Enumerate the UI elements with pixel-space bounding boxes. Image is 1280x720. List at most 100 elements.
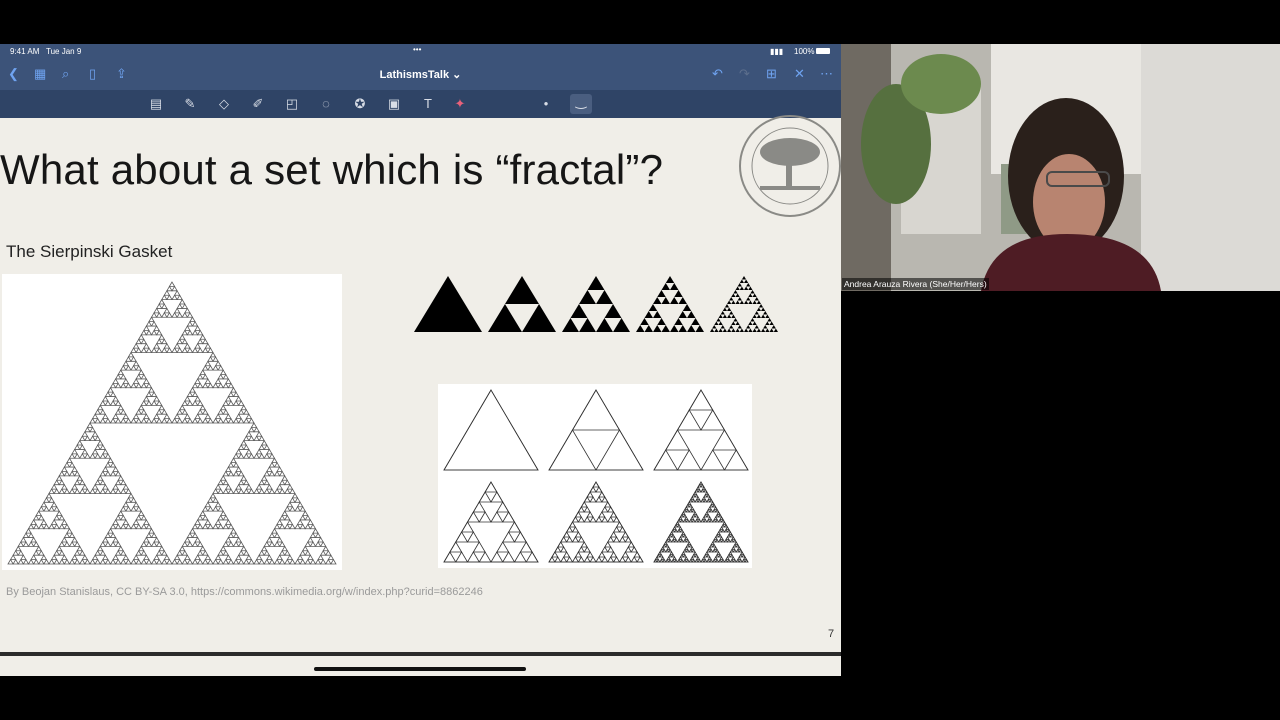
more-icon[interactable]: ⋯	[820, 66, 833, 82]
gasket-iteration-4	[761, 314, 766, 318]
gasket-iteration-4	[746, 283, 751, 287]
gasket-iteration-4	[752, 314, 757, 318]
image-credit: By Beojan Stanislaus, CC BY-SA 3.0, http…	[6, 586, 483, 598]
gasket-iteration-4	[716, 318, 721, 322]
gasket-iteration-4	[722, 314, 727, 318]
gasket-iteration-4	[737, 325, 742, 329]
gasket-iteration-3	[644, 325, 653, 332]
gasket-iteration-4	[718, 321, 723, 325]
gasket-iteration-4	[744, 286, 749, 290]
nav-bar: ❮ ▦ ⌕ ▯ ⇪ LathismsTalk ⌄ ↶ ↷ ⊞ ✕ ⋯	[0, 60, 841, 90]
gasket-iteration-2	[579, 290, 596, 304]
gasket-iteration-4	[724, 304, 730, 308]
gasket-iteration-3	[674, 290, 683, 297]
close-icon[interactable]: ✕	[794, 66, 805, 82]
gasket-iteration-4	[746, 297, 751, 301]
speaker-name-label: Andrea Arauza Rivera (She/Her/Hers)	[842, 278, 989, 290]
gasket-iteration-2	[587, 276, 605, 290]
stroke-size-dot[interactable]: ●	[538, 96, 554, 112]
image-icon[interactable]: ▣	[386, 96, 402, 112]
stroke-style-button[interactable]: ‿	[570, 94, 592, 114]
gasket-iteration-4	[729, 325, 734, 329]
gasket-iteration-4	[750, 290, 755, 294]
gasket-iteration-3	[670, 325, 679, 332]
gasket-iteration-4	[769, 321, 774, 325]
eraser-icon[interactable]: ◇	[216, 96, 232, 112]
gasket-iteration-3	[653, 297, 662, 304]
gasket-iteration-3	[695, 325, 704, 332]
gasket-iteration-3	[648, 304, 658, 311]
page-tool-icon[interactable]: ▤	[148, 96, 164, 112]
speaker-video: Andrea Arauza Rivera (She/Her/Hers)	[841, 44, 1280, 291]
undo-icon[interactable]: ↶	[712, 66, 723, 82]
gasket-iteration-4	[748, 286, 753, 290]
gasket-iteration-4	[744, 328, 749, 332]
gasket-iteration-4	[714, 328, 719, 332]
gasket-iteration-3	[644, 311, 653, 318]
gasket-iteration-4	[710, 328, 715, 332]
signal-icon: ▮▮▮	[770, 47, 784, 56]
gasket-iteration-2	[570, 304, 588, 318]
redo-icon[interactable]: ↷	[739, 66, 750, 82]
gasket-iteration-4	[765, 321, 770, 325]
gasket-iteration-3	[682, 304, 692, 311]
gasket-iteration-4	[718, 328, 723, 332]
gasket-iteration-3	[640, 318, 649, 325]
gasket-iteration-4	[758, 304, 764, 308]
next-slide-peek	[0, 652, 841, 676]
gasket-iteration-3	[661, 283, 670, 290]
gasket-iteration-4	[744, 279, 749, 283]
gasket-iteration-1	[505, 276, 539, 304]
slide: What about a set which is “fractal”? The…	[0, 115, 841, 652]
gasket-iteration-4	[756, 300, 761, 304]
gasket-iteration-4	[731, 321, 736, 325]
gasket-iteration-4	[739, 328, 744, 332]
slide-subtitle: The Sierpinski Gasket	[6, 242, 173, 261]
gasket-iteration-4	[752, 328, 757, 332]
gasket-iterations-filled	[414, 276, 778, 332]
gasket-iteration-4	[731, 293, 736, 297]
text-icon[interactable]: T	[420, 96, 436, 112]
lasso-icon[interactable]: ◌	[318, 96, 334, 112]
laser-pointer-icon[interactable]: ✦	[452, 96, 468, 112]
gasket-iteration-4	[739, 279, 744, 283]
pen-icon[interactable]: ✎	[182, 96, 198, 112]
battery-icon	[816, 48, 830, 54]
gasket-iteration-4	[769, 328, 774, 332]
shapes-icon[interactable]: ◰	[284, 96, 300, 112]
gasket-iteration-4	[727, 307, 732, 311]
highlighter-icon[interactable]: ✐	[250, 96, 266, 112]
gasket-iteration-4	[731, 300, 736, 304]
gasket-iteration-4	[735, 321, 740, 325]
annotation-toolbar: ▤ ✎ ◇ ✐ ◰ ◌ ✪ ▣ T ✦ ● ‿	[0, 90, 841, 118]
gasket-iteration-4	[737, 297, 742, 301]
ipad-screen: 9:41 AM Tue Jan 9 ••• ▮▮▮ 100% ❮ ▦ ⌕ ▯ ⇪…	[0, 44, 841, 676]
multitask-dots[interactable]: •••	[413, 45, 421, 54]
gasket-iteration-3	[661, 325, 670, 332]
add-page-icon[interactable]: ⊞	[766, 66, 777, 82]
gasket-iteration-1	[488, 304, 522, 332]
gasket-iteration-4	[735, 328, 740, 332]
slide-divider	[0, 652, 841, 656]
gasket-iteration-4	[761, 307, 766, 311]
gasket-iteration-3	[653, 311, 662, 318]
gasket-iteration-4	[744, 300, 749, 304]
gasket-iteration-4	[748, 293, 753, 297]
gasket-iteration-4	[765, 328, 770, 332]
gasket-iteration-4	[727, 328, 732, 332]
gasket-iteration-4	[739, 300, 744, 304]
gasket-iteration-4	[729, 297, 734, 301]
gasket-iteration-4	[720, 311, 725, 315]
gasket-iteration-2	[596, 318, 613, 332]
gasket-iteration-3	[691, 318, 700, 325]
gasket-iteration-4	[767, 318, 772, 322]
gasket-iteration-4	[741, 276, 747, 280]
gasket-iteration-4	[720, 325, 725, 329]
gasket-iteration-3	[687, 311, 696, 318]
gasket-iteration-3	[687, 325, 696, 332]
gasket-iteration-4	[748, 321, 753, 325]
gasket-iteration-4	[754, 311, 759, 315]
star-icon[interactable]: ✪	[352, 96, 368, 112]
home-indicator[interactable]	[314, 667, 526, 671]
gasket-iteration-2	[579, 318, 596, 332]
